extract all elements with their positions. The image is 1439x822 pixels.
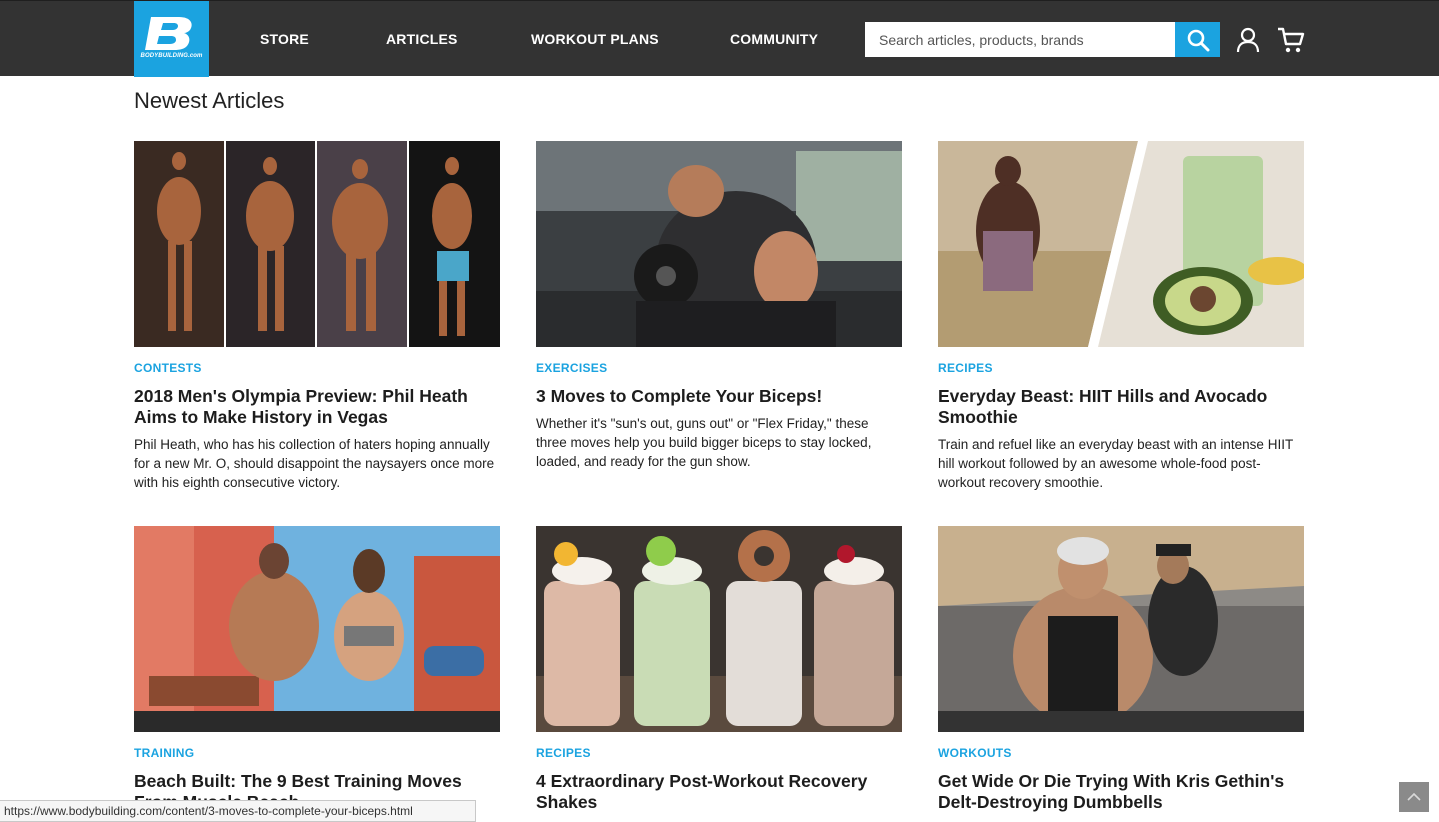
bodybuilding-logo[interactable]: BODYBUILDING.com [134, 1, 209, 77]
article-image[interactable] [938, 141, 1304, 347]
nav-community[interactable]: COMMUNITY [730, 29, 818, 49]
article-card: RECIPES 4 Extraordinary Post-Workout Rec… [536, 526, 902, 820]
article-description: Whether it's "sun's out, guns out" or "F… [536, 416, 872, 469]
search-input[interactable] [865, 22, 1175, 57]
article-description: Train and refuel like an everyday beast … [938, 437, 1293, 490]
article-card: RECIPES Everyday Beast: HIIT Hills and A… [938, 141, 1304, 492]
article-card: EXERCISES 3 Moves to Complete Your Bicep… [536, 141, 902, 471]
article-image[interactable] [134, 141, 500, 347]
article-category[interactable]: TRAINING [134, 746, 500, 760]
article-title[interactable]: 4 Extraordinary Post-Workout Recovery Sh… [536, 771, 902, 813]
chevron-up-icon [1407, 792, 1421, 801]
top-navigation-bar: BODYBUILDING.com STORE ARTICLES WORKOUT … [0, 0, 1439, 77]
article-category[interactable]: RECIPES [536, 746, 902, 760]
cart-icon [1278, 27, 1305, 53]
article-category[interactable]: RECIPES [938, 361, 1304, 375]
article-image[interactable] [938, 526, 1304, 732]
search-button[interactable] [1175, 22, 1220, 57]
article-category[interactable]: EXERCISES [536, 361, 902, 375]
section-title: Newest Articles [134, 88, 285, 113]
user-icon [1236, 27, 1260, 53]
article-card: CONTESTS 2018 Men's Olympia Preview: Phi… [134, 141, 500, 492]
nav-store[interactable]: STORE [260, 29, 309, 49]
nav-workout-plans[interactable]: WORKOUT PLANS [531, 29, 659, 49]
article-title[interactable]: Get Wide Or Die Trying With Kris Gethin'… [938, 771, 1304, 813]
article-title[interactable]: 3 Moves to Complete Your Biceps! [536, 386, 902, 407]
search-icon [1187, 29, 1210, 52]
logo-b-icon [145, 17, 192, 50]
article-category[interactable]: CONTESTS [134, 361, 500, 375]
logo-text: BODYBUILDING.com [140, 53, 203, 59]
article-image[interactable] [536, 141, 902, 347]
article-card: TRAINING Beach Built: The 9 Best Trainin… [134, 526, 500, 820]
article-category[interactable]: WORKOUTS [938, 746, 1304, 760]
article-image[interactable] [134, 526, 500, 732]
nav-articles[interactable]: ARTICLES [386, 29, 458, 49]
cart-button[interactable] [1277, 26, 1305, 54]
article-title[interactable]: 2018 Men's Olympia Preview: Phil Heath A… [134, 386, 500, 428]
article-description: Phil Heath, who has his collection of ha… [134, 437, 495, 490]
article-card: WORKOUTS Get Wide Or Die Trying With Kri… [938, 526, 1304, 820]
account-button[interactable] [1236, 27, 1260, 53]
browser-status-url: https://www.bodybuilding.com/content/3-m… [0, 800, 476, 822]
back-to-top-button[interactable] [1399, 782, 1429, 812]
article-title[interactable]: Everyday Beast: HIIT Hills and Avocado S… [938, 386, 1304, 428]
article-image[interactable] [536, 526, 902, 732]
